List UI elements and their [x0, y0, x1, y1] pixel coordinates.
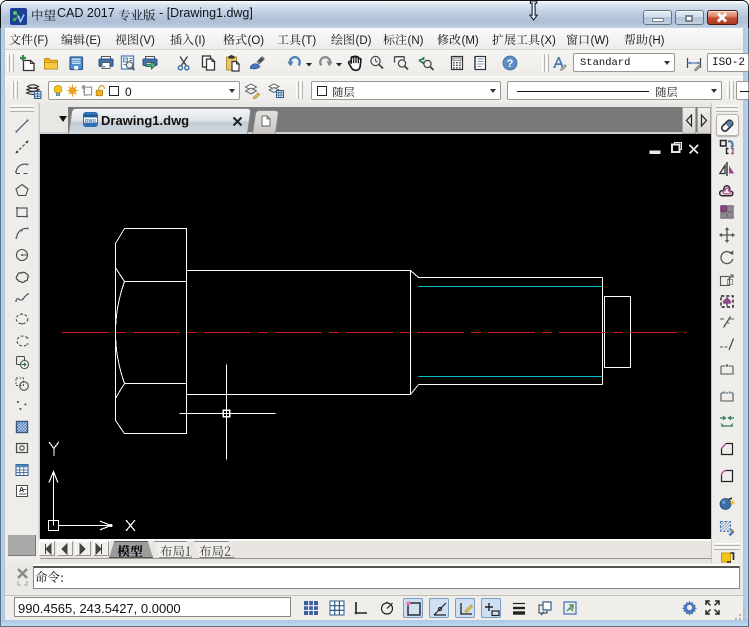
svg-text:A: A: [19, 487, 24, 494]
svg-text:?: ?: [507, 58, 514, 70]
svg-text:DWG: DWG: [85, 118, 97, 123]
